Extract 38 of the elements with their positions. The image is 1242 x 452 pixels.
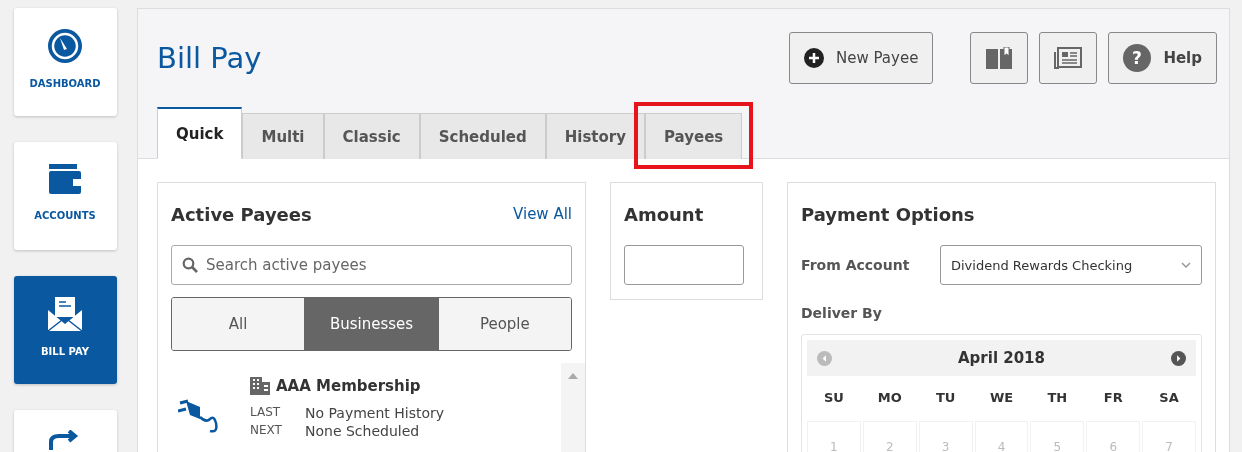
search-field[interactable]: Search active payees xyxy=(171,245,572,285)
weekday-label: WE xyxy=(988,389,1015,407)
weekday-label: MO xyxy=(876,389,903,407)
detail-value: No Payment History xyxy=(305,405,445,421)
filter-button[interactable]: All xyxy=(172,298,305,350)
weekday-label: SU xyxy=(822,389,845,407)
filter-button[interactable]: Businesses xyxy=(304,298,438,350)
tab[interactable]: Classic xyxy=(323,113,420,159)
payee-name: AAA Membership xyxy=(276,377,421,395)
tab[interactable]: Quick xyxy=(157,107,243,159)
panel-title: Payment Options xyxy=(801,203,975,225)
weekday-label: FR xyxy=(1102,389,1124,407)
nav-tile[interactable]: DASHBOARD xyxy=(13,8,117,116)
help-icon: ? xyxy=(1123,44,1152,72)
weekday-label: SA xyxy=(1158,389,1180,407)
account-select[interactable]: Dividend Rewards Checking xyxy=(940,245,1202,285)
detail-label: NEXT xyxy=(250,423,283,439)
field-label: Deliver By xyxy=(801,305,882,321)
weekday-label: TU xyxy=(934,389,957,407)
detail-label: LAST xyxy=(250,405,282,421)
weekday-label: TH xyxy=(1046,389,1069,407)
nav-tile[interactable]: BILL PAY xyxy=(13,276,117,384)
tab[interactable]: Payees xyxy=(645,113,743,159)
page-title: Bill Pay xyxy=(157,41,263,75)
panel-title: Amount xyxy=(624,203,704,225)
field-label: From Account xyxy=(801,257,910,273)
month-title: April 2018 xyxy=(958,349,1045,367)
detail-value: None Scheduled xyxy=(305,423,421,439)
tab[interactable]: Scheduled xyxy=(419,113,546,159)
view-all-link[interactable]: View All xyxy=(513,205,572,223)
tab[interactable]: Multi xyxy=(242,113,324,159)
nav-tile[interactable]: ACCOUNTS xyxy=(13,142,117,250)
filter-button[interactable]: People xyxy=(437,298,571,350)
new-payee-button[interactable]: New Payee xyxy=(789,32,934,84)
panel-title: Active Payees xyxy=(171,203,312,225)
help-button[interactable]: ? Help xyxy=(1108,32,1217,84)
payee-item[interactable]: AAA Membership LAST No Payment History NEXT None Scheduled xyxy=(158,363,561,452)
tab[interactable]: History xyxy=(545,113,645,159)
